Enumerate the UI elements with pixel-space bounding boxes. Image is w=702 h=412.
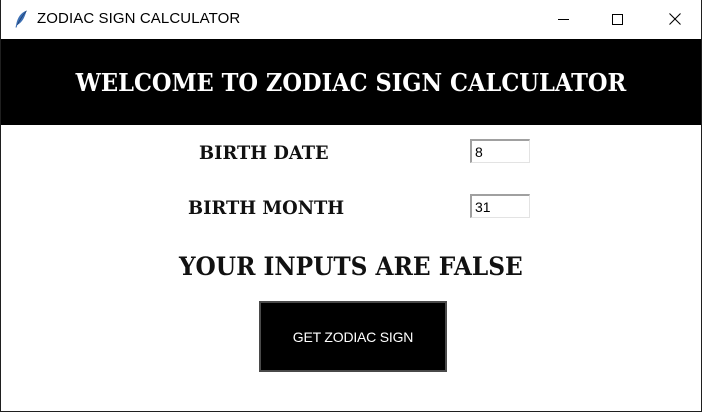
maximize-button[interactable] xyxy=(594,0,640,39)
result-message-row: YOUR INPUTS ARE FALSE xyxy=(1,252,701,281)
birth-month-label: BIRTH MONTH xyxy=(188,197,345,219)
close-button[interactable] xyxy=(652,0,698,39)
minimize-button[interactable] xyxy=(540,0,586,39)
close-icon xyxy=(669,10,681,29)
welcome-banner: WELCOME TO ZODIAC SIGN CALCULATOR xyxy=(1,39,701,125)
result-message: YOUR INPUTS ARE FALSE xyxy=(179,252,523,281)
feather-icon xyxy=(14,10,28,28)
minimize-icon xyxy=(557,10,569,29)
app-window: ZODIAC SIGN CALCULATOR WELCOME TO ZODIAC… xyxy=(0,0,702,412)
window-title: ZODIAC SIGN CALCULATOR xyxy=(37,10,241,27)
birth-date-input[interactable] xyxy=(470,139,530,163)
get-zodiac-sign-button[interactable]: GET ZODIAC SIGN xyxy=(259,301,447,372)
title-bar: ZODIAC SIGN CALCULATOR xyxy=(1,0,701,39)
birth-month-input[interactable] xyxy=(470,194,530,218)
maximize-icon xyxy=(611,10,623,29)
banner-title: WELCOME TO ZODIAC SIGN CALCULATOR xyxy=(75,67,627,97)
birth-date-label: BIRTH DATE xyxy=(199,142,329,164)
